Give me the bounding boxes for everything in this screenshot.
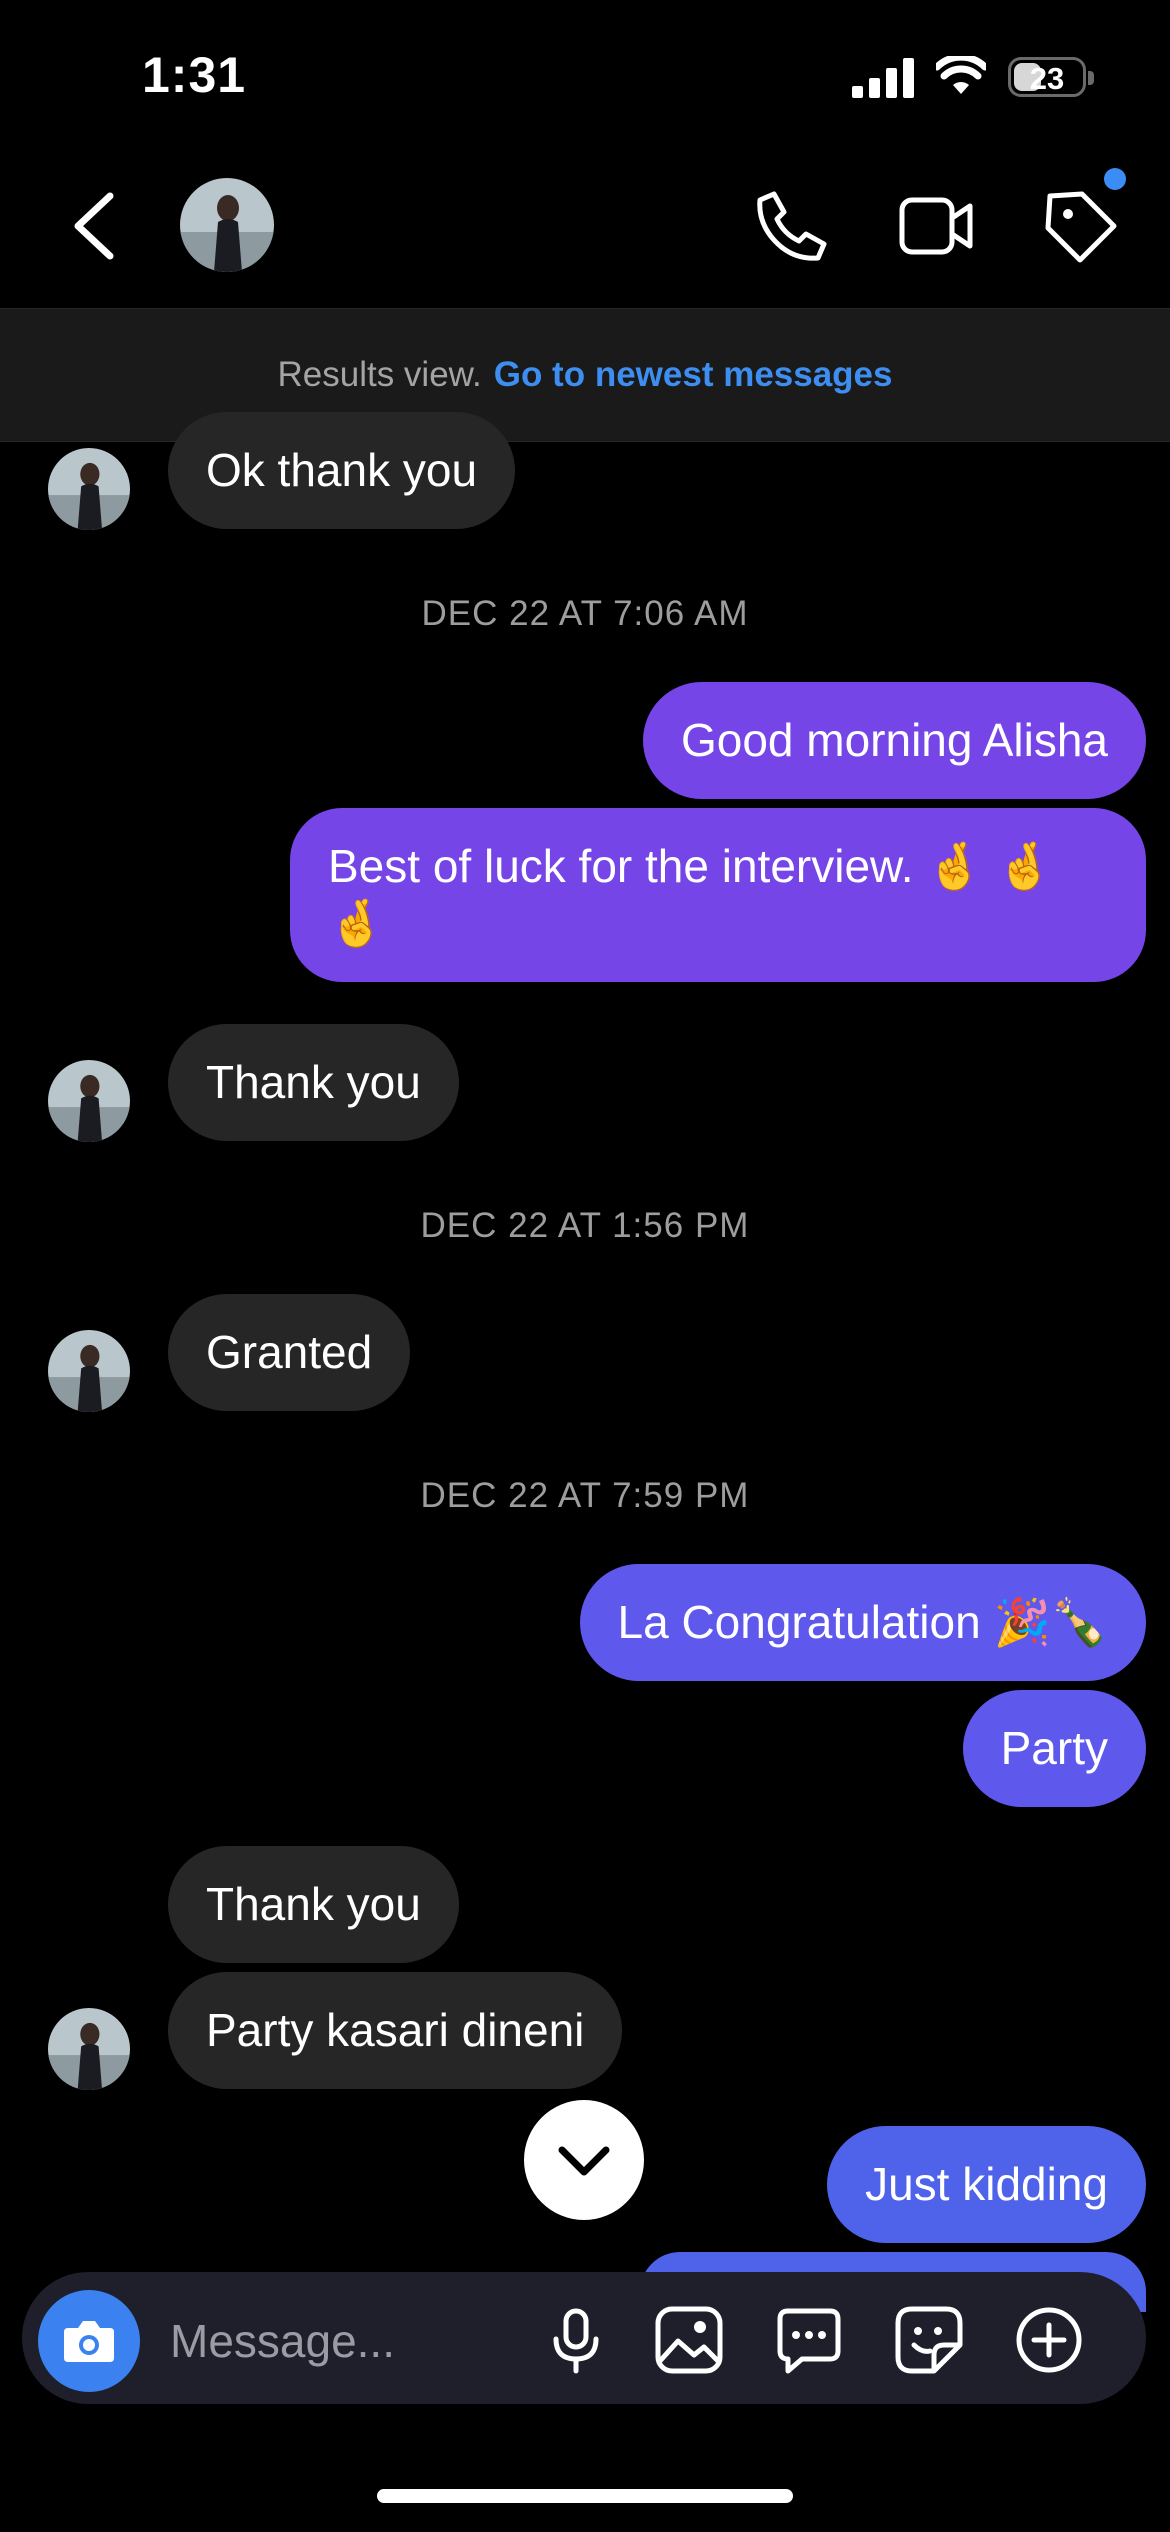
status-time: 1:31 (142, 47, 247, 103)
camera-button[interactable] (38, 2290, 140, 2392)
message-outgoing[interactable]: Best of luck for the interview. 🤞 🤞 🤞 (290, 808, 1146, 982)
wifi-icon (936, 56, 986, 94)
sender-avatar[interactable] (48, 1330, 130, 1412)
sender-avatar[interactable] (48, 2008, 130, 2090)
go-to-newest-link[interactable]: Go to newest messages (494, 355, 893, 395)
phone-icon[interactable] (752, 186, 832, 266)
date-separator: DEC 22 AT 7:06 AM (421, 594, 749, 633)
message-line: Best of luck for the interview. 🤞 🤞 (328, 840, 1054, 892)
notification-dot (1104, 168, 1126, 190)
message-incoming[interactable]: Thank you (168, 1846, 459, 1963)
message-outgoing[interactable]: Party (962, 1690, 1146, 1807)
home-indicator (377, 2489, 793, 2503)
tag-icon[interactable] (1040, 186, 1120, 266)
date-separator: DEC 22 AT 7:59 PM (420, 1476, 750, 1515)
sender-avatar[interactable] (48, 1060, 130, 1142)
banner-text: Results view. (277, 355, 482, 394)
plus-circle-icon[interactable] (1014, 2305, 1084, 2375)
message-incoming[interactable]: Thank you (168, 1024, 459, 1141)
message-input[interactable] (168, 2305, 502, 2377)
sender-avatar[interactable] (48, 448, 130, 530)
image-icon[interactable] (654, 2305, 724, 2375)
camera-icon (64, 2321, 114, 2362)
message-incoming[interactable]: Ok thank you (168, 412, 516, 529)
sticker-icon[interactable] (894, 2305, 964, 2375)
chat-bubble-icon[interactable] (774, 2305, 844, 2375)
battery-indicator: 23 (1008, 57, 1086, 97)
scroll-to-bottom-button[interactable] (524, 2100, 644, 2220)
microphone-icon[interactable] (541, 2305, 611, 2375)
message-outgoing[interactable]: La Congratulation 🎉🍾 (579, 1564, 1146, 1681)
battery-cap (1088, 71, 1094, 85)
message-incoming[interactable]: Party kasari dineni (168, 1972, 623, 2089)
message-incoming[interactable]: Granted (168, 1294, 411, 1411)
message-line: 🤞 (328, 897, 386, 949)
video-camera-icon[interactable] (896, 186, 976, 266)
date-separator: DEC 22 AT 1:56 PM (420, 1206, 750, 1245)
results-banner: Results view. Go to newest messages (0, 308, 1170, 442)
contact-avatar[interactable] (180, 178, 274, 272)
message-outgoing[interactable]: Just kidding (827, 2126, 1146, 2243)
chevron-left-icon[interactable] (64, 188, 124, 264)
chevron-down-icon (558, 2146, 610, 2176)
message-outgoing[interactable]: Good morning Alisha (642, 682, 1146, 799)
cellular-signal-icon (852, 58, 914, 98)
battery-level: 23 (1029, 61, 1065, 96)
